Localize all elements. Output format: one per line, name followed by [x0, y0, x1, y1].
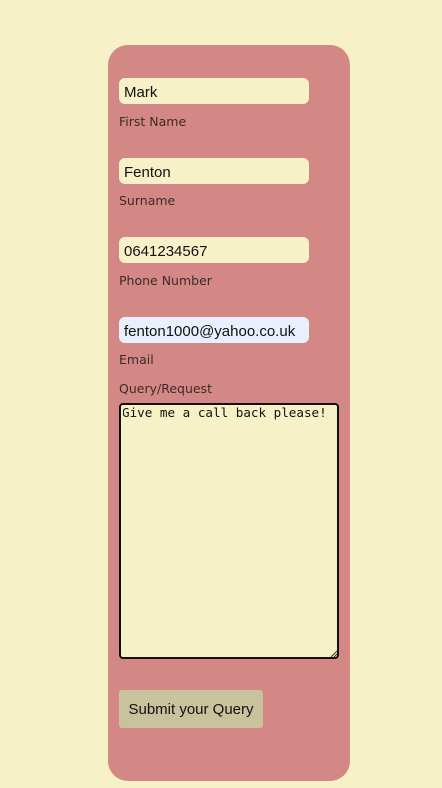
phone-number-input[interactable]: [119, 237, 309, 263]
email-input[interactable]: [119, 317, 309, 343]
query-request-textarea[interactable]: Give me a call back please!: [119, 403, 339, 659]
phone-number-label: Phone Number: [119, 273, 212, 288]
query-form: First Name Surname Phone Number Email Qu…: [108, 45, 350, 781]
email-label: Email: [119, 352, 154, 367]
submit-query-button[interactable]: Submit your Query: [119, 690, 263, 728]
resize-handle-icon[interactable]: [330, 650, 338, 658]
first-name-input[interactable]: [119, 78, 309, 104]
query-request-label: Query/Request: [119, 381, 212, 396]
surname-input[interactable]: [119, 158, 309, 184]
surname-label: Surname: [119, 193, 176, 208]
first-name-label: First Name: [119, 114, 187, 129]
